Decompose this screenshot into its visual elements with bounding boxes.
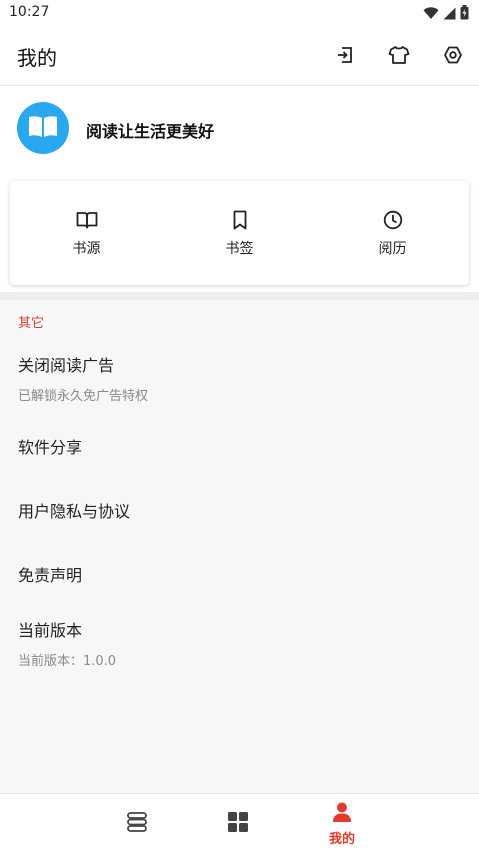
status-bar: 10:27 <box>0 0 479 26</box>
person-icon <box>331 801 353 827</box>
status-icons <box>423 5 469 24</box>
import-icon[interactable] <box>333 43 357 67</box>
wifi-icon <box>423 5 439 24</box>
book-open-icon <box>76 209 98 231</box>
bookshelf-icon <box>125 811 149 837</box>
book-logo-icon <box>27 113 59 143</box>
quick-action-label: 阅历 <box>378 241 407 257</box>
bookmark-icon <box>229 209 251 231</box>
list-item-subtitle: 当前版本：1.0.0 <box>18 654 117 669</box>
section-divider <box>0 292 479 300</box>
discover-grid-icon <box>227 811 249 837</box>
theme-shirt-icon[interactable] <box>387 43 411 67</box>
clock-icon <box>382 209 404 231</box>
list-item-disclaimer[interactable]: 免责声明 <box>18 562 458 586</box>
nav-item-bookshelf[interactable] <box>107 794 167 852</box>
app-logo <box>17 102 69 154</box>
settings-icon[interactable] <box>441 43 465 67</box>
list-item-privacy[interactable]: 用户隐私与协议 <box>18 498 458 522</box>
app-bar-actions <box>333 43 465 67</box>
quick-action-book-source[interactable]: 书源 <box>10 181 163 285</box>
quick-action-bookmark[interactable]: 书签 <box>163 181 316 285</box>
list-item-close-ads[interactable]: 关闭阅读广告 已解锁永久免广告特权 <box>18 352 458 404</box>
nav-item-mine[interactable]: 我的 <box>312 794 372 852</box>
list-item-title: 用户隐私与协议 <box>18 502 131 521</box>
status-time: 10:27 <box>9 4 50 20</box>
list-item-share[interactable]: 软件分享 <box>18 434 458 458</box>
signal-icon <box>443 5 456 24</box>
list-item-title: 软件分享 <box>18 438 83 457</box>
slogan-text: 阅读让生活更美好 <box>86 122 215 141</box>
nav-item-discover[interactable] <box>208 794 268 852</box>
list-item-title: 免责声明 <box>18 566 83 585</box>
quick-action-history[interactable]: 阅历 <box>316 181 469 285</box>
profile-section: 阅读让生活更美好 书源 书签 阅历 <box>0 86 479 292</box>
list-item-title: 关闭阅读广告 <box>18 356 115 375</box>
battery-icon <box>460 5 469 24</box>
list-item-version[interactable]: 当前版本 当前版本：1.0.0 <box>18 617 458 669</box>
quick-actions-card: 书源 书签 阅历 <box>10 181 469 285</box>
app-bar: 我的 <box>0 26 479 86</box>
quick-action-label: 书源 <box>72 241 101 257</box>
page-title: 我的 <box>17 46 57 70</box>
list-item-subtitle: 已解锁永久免广告特权 <box>18 389 149 404</box>
bottom-nav: 我的 <box>0 793 479 852</box>
quick-action-label: 书签 <box>225 241 254 257</box>
list-item-title: 当前版本 <box>18 621 83 640</box>
nav-label-mine: 我的 <box>328 831 355 847</box>
section-header-other: 其它 <box>18 316 45 331</box>
